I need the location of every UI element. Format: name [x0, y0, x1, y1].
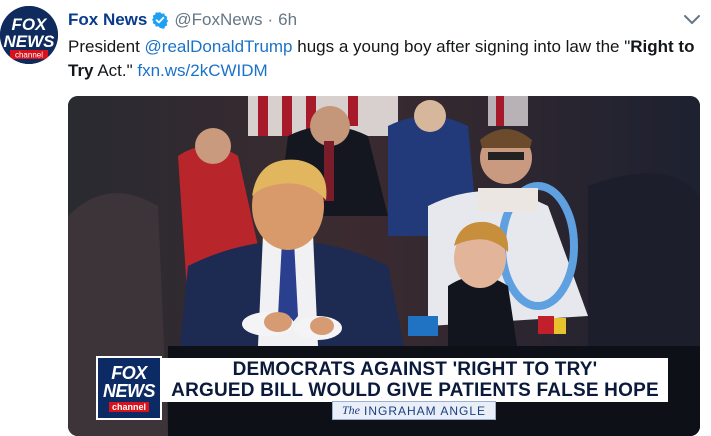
url-link[interactable]: fxn.ws/2kCWIDM	[137, 61, 267, 80]
show-title: INGRAHAM ANGLE	[363, 403, 487, 418]
avatar-logo-channel: channel	[15, 51, 43, 60]
tweet-text-middle: hugs a young boy after signing into law …	[292, 37, 631, 56]
tweet-text-suffix: Act."	[93, 61, 138, 80]
show-the: The	[341, 403, 360, 417]
show-name: The INGRAHAM ANGLE	[332, 401, 496, 420]
account-name[interactable]: Fox News	[68, 10, 147, 30]
fox-news-logo: FOX NEWS channel	[96, 356, 162, 420]
logo-news-text: NEWS	[103, 381, 156, 401]
chyron-headline: DEMOCRATS AGAINST 'RIGHT TO TRY' ARGUED …	[162, 358, 668, 402]
tweet-text-prefix: President	[68, 37, 145, 56]
chevron-down-icon[interactable]	[681, 12, 703, 28]
tweet-header: Fox News @FoxNews · 6h	[68, 9, 297, 31]
tweet-text: President @realDonaldTrump hugs a young …	[68, 35, 698, 83]
separator-dot: ·	[267, 10, 274, 29]
verified-badge-icon	[151, 11, 169, 29]
avatar[interactable]: FOX NEWS channel	[0, 6, 58, 64]
chyron-line-1: DEMOCRATS AGAINST 'RIGHT TO TRY'	[232, 359, 598, 380]
logo-channel-text: channel	[108, 402, 149, 412]
account-handle[interactable]: @FoxNews	[174, 10, 262, 30]
news-chyron: FOX NEWS channel DEMOCRATS AGAINST 'RIGH…	[96, 356, 668, 420]
logo-fox-text: FOX	[111, 363, 147, 383]
avatar-logo-news: NEWS	[4, 32, 56, 51]
tweet-time[interactable]: 6h	[278, 10, 297, 30]
chyron-line-2: ARGUED BILL WOULD GIVE PATIENTS FALSE HO…	[171, 380, 659, 401]
mention-link[interactable]: @realDonaldTrump	[145, 37, 293, 56]
